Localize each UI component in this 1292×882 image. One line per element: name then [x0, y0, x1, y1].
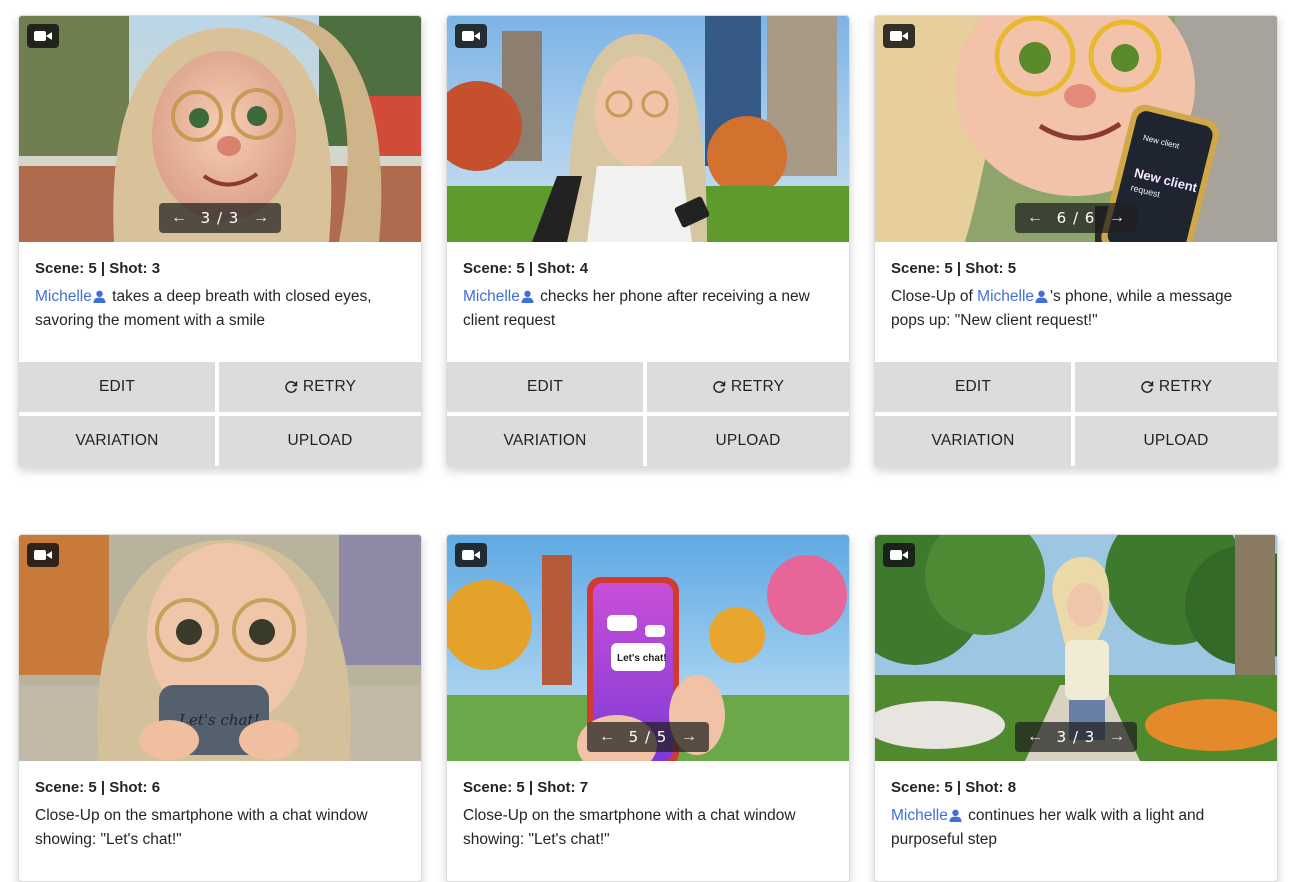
scene-shot-label: Scene: 5 | Shot: 4	[463, 260, 589, 277]
image-pager: ← 3 / 3 →	[1015, 722, 1137, 752]
shot-image[interactable]: Let's chat!	[19, 535, 421, 761]
shot-description: Close-Up on the smartphone with a chat w…	[35, 807, 368, 848]
character-link[interactable]: Michelle	[977, 288, 1034, 305]
variation-button[interactable]: VARIATION	[447, 416, 643, 466]
character-link[interactable]: Michelle	[35, 288, 92, 305]
person-icon	[949, 809, 962, 822]
retry-button[interactable]: RETRY	[219, 362, 421, 412]
image-pager: ← 6 / 6 →	[1015, 203, 1137, 233]
scene-shot-label: Scene: 5 | Shot: 6	[35, 779, 161, 796]
character-link[interactable]: Michelle	[463, 288, 520, 305]
variation-button[interactable]: VARIATION	[19, 416, 215, 466]
shot-card: Scene: 5 | Shot: 4 Michelle checks her p…	[446, 15, 850, 467]
refresh-icon	[285, 381, 298, 393]
video-icon	[883, 24, 915, 48]
upload-button[interactable]: UPLOAD	[647, 416, 849, 466]
next-arrow-icon[interactable]: →	[1105, 728, 1129, 746]
refresh-icon	[1141, 381, 1154, 393]
upload-button[interactable]: UPLOAD	[1075, 416, 1277, 466]
refresh-icon	[713, 381, 726, 393]
retry-button[interactable]: RETRY	[1075, 362, 1277, 412]
svg-text:Let's chat!: Let's chat!	[617, 653, 667, 664]
shot-card: ← 3 / 3 → Scene: 5 | Shot: 3 Michelle ta…	[18, 15, 422, 467]
character-link[interactable]: Michelle	[891, 807, 948, 824]
shot-card: Let's chat! Scene: 5 | Shot: 6 Close-Up …	[18, 534, 422, 882]
video-icon	[455, 24, 487, 48]
pager-count: 3 / 3	[200, 209, 240, 227]
upload-button[interactable]: UPLOAD	[219, 416, 421, 466]
video-icon	[455, 543, 487, 567]
shot-description: Close-Up of Michelle's phone, while a me…	[891, 288, 1233, 329]
next-arrow-icon[interactable]: →	[1105, 209, 1129, 227]
pager-count: 5 / 5	[628, 728, 668, 746]
shot-card: ← 3 / 3 → Scene: 5 | Shot: 8 Michelle co…	[874, 534, 1278, 882]
shot-image[interactable]: ← 3 / 3 →	[875, 535, 1277, 761]
person-icon	[521, 290, 534, 303]
shot-image[interactable]	[447, 16, 849, 242]
variation-button[interactable]: VARIATION	[875, 416, 1071, 466]
prev-arrow-icon[interactable]: ←	[167, 209, 191, 227]
prev-arrow-icon[interactable]: ←	[595, 728, 619, 746]
video-icon	[27, 24, 59, 48]
edit-button[interactable]: EDIT	[19, 362, 215, 412]
next-arrow-icon[interactable]: →	[249, 209, 273, 227]
edit-button[interactable]: EDIT	[447, 362, 643, 412]
person-icon	[93, 290, 106, 303]
scene-shot-label: Scene: 5 | Shot: 8	[891, 779, 1017, 796]
shot-description: Close-Up on the smartphone with a chat w…	[463, 807, 796, 848]
next-arrow-icon[interactable]: →	[677, 728, 701, 746]
prev-arrow-icon[interactable]: ←	[1023, 209, 1047, 227]
edit-button[interactable]: EDIT	[875, 362, 1071, 412]
pager-count: 3 / 3	[1056, 728, 1096, 746]
shot-card: New client New client request ← 6 / 6 → …	[874, 15, 1278, 467]
shot-image[interactable]: ← 3 / 3 →	[19, 16, 421, 242]
shot-description: Michelle checks her phone after receivin…	[463, 288, 810, 329]
pager-count: 6 / 6	[1056, 209, 1096, 227]
shot-image[interactable]: Let's chat! ← 5 / 5 →	[447, 535, 849, 761]
image-pager: ← 3 / 3 →	[159, 203, 281, 233]
shot-description: Michelle continues her walk with a light…	[891, 807, 1205, 848]
scene-shot-label: Scene: 5 | Shot: 7	[463, 779, 589, 796]
retry-button[interactable]: RETRY	[647, 362, 849, 412]
image-pager: ← 5 / 5 →	[587, 722, 709, 752]
video-icon	[883, 543, 915, 567]
scene-shot-label: Scene: 5 | Shot: 3	[35, 260, 161, 277]
shot-description: Michelle takes a deep breath with closed…	[35, 288, 372, 329]
scene-shot-label: Scene: 5 | Shot: 5	[891, 260, 1017, 277]
shot-card: Let's chat! ← 5 / 5 → Scene: 5 | Shot: 7…	[446, 534, 850, 882]
video-icon	[27, 543, 59, 567]
person-icon	[1035, 290, 1048, 303]
prev-arrow-icon[interactable]: ←	[1023, 728, 1047, 746]
shot-image[interactable]: New client New client request ← 6 / 6 →	[875, 16, 1277, 242]
